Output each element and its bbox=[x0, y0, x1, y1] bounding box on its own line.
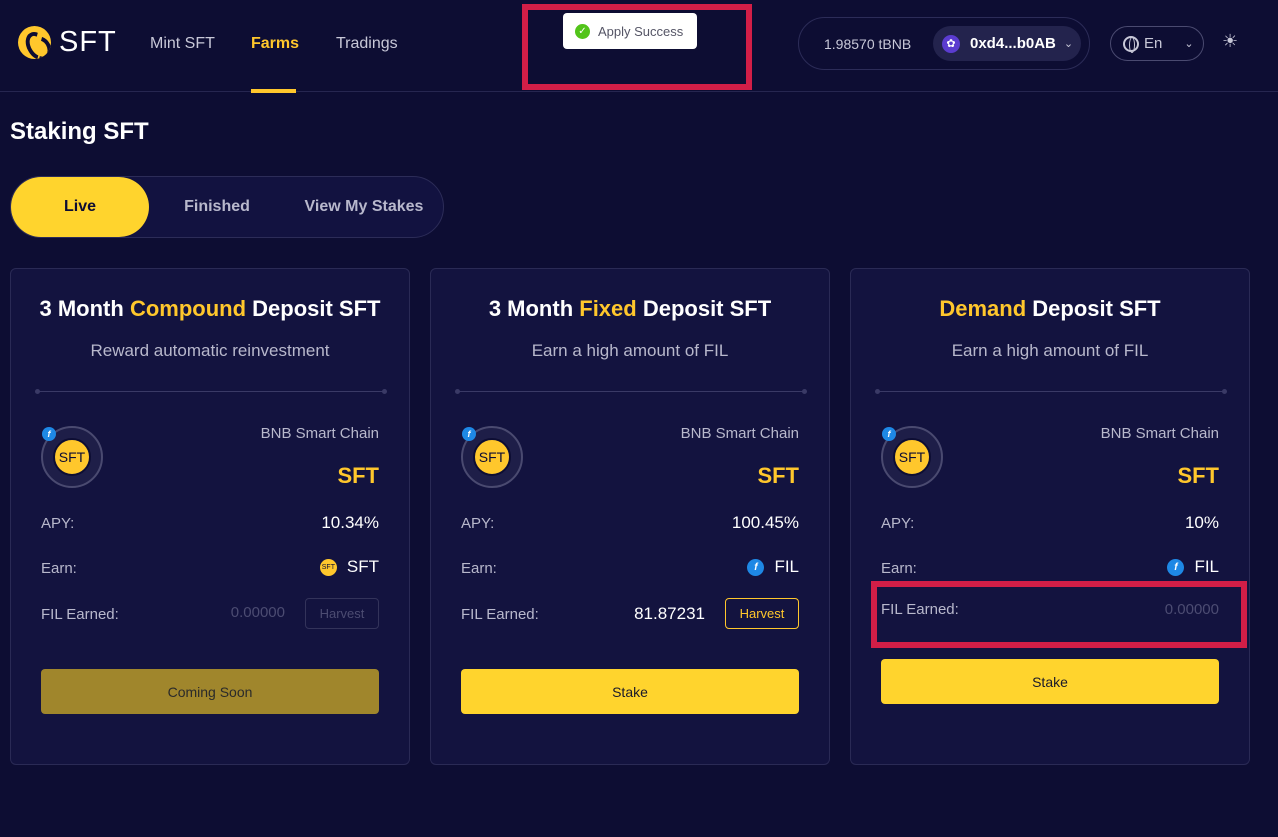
globe-icon bbox=[1123, 35, 1139, 53]
stake-button[interactable]: Stake bbox=[881, 659, 1219, 704]
chevron-down-icon: ⌄ bbox=[1184, 38, 1194, 50]
chain-name: BNB Smart Chain bbox=[260, 425, 379, 442]
earned-label: FIL Earned: bbox=[41, 606, 119, 623]
card-subtitle: Earn a high amount of FIL bbox=[951, 341, 1149, 360]
earn-token: SFT bbox=[346, 557, 379, 576]
logo-text: SFT bbox=[59, 26, 117, 58]
sft-coin-icon: SFT bbox=[473, 438, 511, 476]
chain-name: BNB Smart Chain bbox=[1100, 425, 1219, 442]
logo[interactable]: SFT bbox=[18, 26, 117, 59]
sft-coin-icon: SFT bbox=[53, 438, 91, 476]
divider bbox=[35, 389, 387, 394]
nav-tradings[interactable]: Tradings bbox=[336, 35, 398, 53]
earned-value: 81.87231 bbox=[634, 604, 705, 623]
toast-notification: ✓ Apply Success bbox=[563, 13, 697, 49]
harvest-button[interactable]: Harvest bbox=[725, 598, 799, 629]
harvest-button[interactable]: Harvest bbox=[305, 598, 379, 629]
chain-name: BNB Smart Chain bbox=[680, 425, 799, 442]
earn-token: FIL bbox=[1194, 557, 1219, 576]
earn-label: Earn: bbox=[881, 560, 917, 577]
sft-coin-icon: SFT bbox=[319, 558, 337, 576]
token-name: SFT bbox=[337, 463, 379, 488]
pool-card-fixed: 3 Month Fixed Deposit SFT Earn a high am… bbox=[430, 268, 830, 765]
wallet-avatar-icon: ✿ bbox=[942, 34, 960, 53]
stake-tabs: Live Finished View My Stakes bbox=[10, 176, 444, 238]
stake-button[interactable]: Stake bbox=[461, 669, 799, 714]
card-subtitle: Earn a high amount of FIL bbox=[531, 341, 729, 360]
wallet-address-button[interactable]: ✿ 0xd4...b0AB ⌄ bbox=[933, 26, 1081, 61]
earn-value: SFT SFT bbox=[319, 557, 379, 577]
earned-label: FIL Earned: bbox=[461, 606, 539, 623]
apy-label: APY: bbox=[461, 515, 495, 532]
card-title: 3 Month Compound Deposit SFT bbox=[39, 296, 381, 321]
earn-value: f FIL bbox=[747, 557, 799, 577]
tab-finished[interactable]: Finished bbox=[149, 177, 285, 237]
apy-label: APY: bbox=[881, 515, 915, 532]
card-subtitle: Reward automatic reinvestment bbox=[90, 341, 330, 360]
earn-label: Earn: bbox=[461, 560, 497, 577]
token-name: SFT bbox=[1177, 463, 1219, 488]
language-label: En bbox=[1144, 35, 1163, 52]
wallet-panel: 1.98570 tBNB ✿ 0xd4...b0AB ⌄ bbox=[798, 17, 1090, 70]
toast-message: Apply Success bbox=[598, 23, 684, 39]
apy-value: 100.45% bbox=[731, 513, 799, 532]
token-name: SFT bbox=[757, 463, 799, 488]
page-title: Staking SFT bbox=[10, 118, 149, 145]
divider bbox=[455, 389, 807, 394]
nav-mint-sft[interactable]: Mint SFT bbox=[150, 35, 215, 53]
coming-soon-button[interactable]: Coming Soon bbox=[41, 669, 379, 714]
earn-label: Earn: bbox=[41, 560, 77, 577]
apy-label: APY: bbox=[41, 515, 75, 532]
pool-card-compound: 3 Month Compound Deposit SFT Reward auto… bbox=[10, 268, 410, 765]
apy-value: 10% bbox=[1184, 513, 1219, 532]
nav-farms[interactable]: Farms bbox=[251, 35, 299, 53]
earned-value: 0.00000 bbox=[230, 604, 285, 621]
pool-card-demand: Demand Deposit SFT Earn a high amount of… bbox=[850, 268, 1250, 765]
tab-live[interactable]: Live bbox=[11, 177, 149, 237]
fil-badge-icon: f bbox=[42, 427, 56, 441]
divider bbox=[875, 389, 1227, 394]
sun-icon[interactable]: ☀ bbox=[1222, 31, 1238, 52]
earned-highlight-box bbox=[871, 581, 1247, 648]
card-title: 3 Month Fixed Deposit SFT bbox=[488, 296, 772, 321]
language-selector[interactable]: En ⌄ bbox=[1110, 26, 1204, 61]
tab-view-my-stakes[interactable]: View My Stakes bbox=[291, 177, 437, 237]
earn-value: f FIL bbox=[1167, 557, 1219, 577]
sft-coin-icon: SFT bbox=[893, 438, 931, 476]
apy-value: 10.34% bbox=[321, 513, 379, 532]
fil-badge-icon: f bbox=[882, 427, 896, 441]
earn-token: FIL bbox=[774, 557, 799, 576]
fil-coin-icon: f bbox=[1167, 558, 1185, 576]
wallet-balance: 1.98570 tBNB bbox=[824, 36, 912, 52]
check-circle-icon: ✓ bbox=[575, 23, 590, 39]
sft-logo-icon bbox=[18, 26, 51, 59]
card-title: Demand Deposit SFT bbox=[939, 296, 1161, 321]
chevron-down-icon: ⌄ bbox=[1063, 38, 1074, 50]
fil-badge-icon: f bbox=[462, 427, 476, 441]
active-nav-indicator bbox=[251, 89, 296, 93]
wallet-address: 0xd4...b0AB bbox=[970, 35, 1056, 52]
fil-coin-icon: f bbox=[747, 558, 765, 576]
